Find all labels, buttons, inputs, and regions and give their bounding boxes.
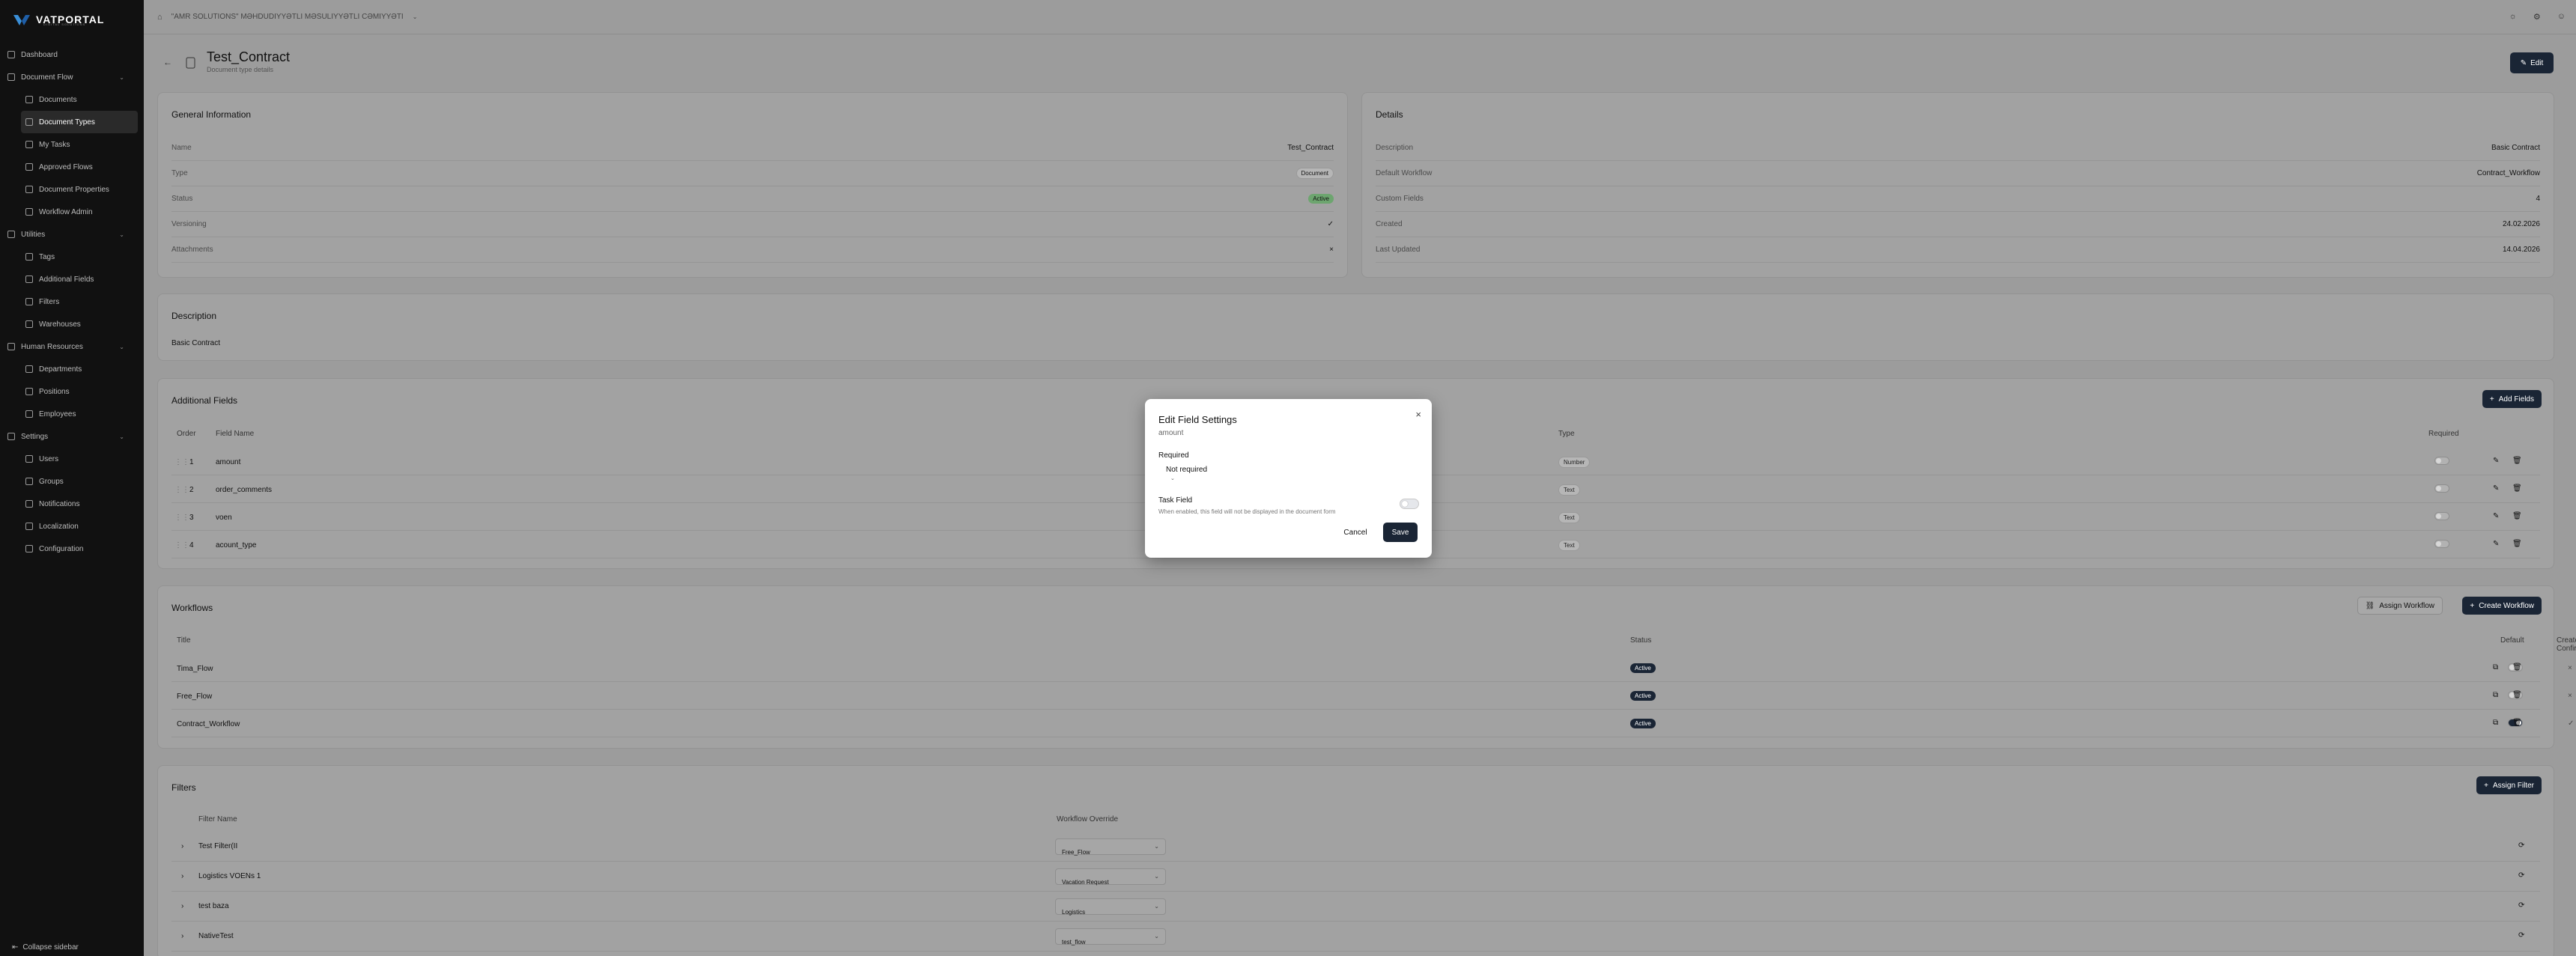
required-label: Required	[1158, 451, 1189, 460]
save-button[interactable]: Save	[1383, 523, 1418, 542]
chevron-down-icon: ⌄	[1170, 476, 1175, 481]
cancel-button[interactable]: Cancel	[1340, 523, 1371, 542]
dialog-subtitle: amount	[1158, 429, 1184, 437]
task-field-toggle[interactable]	[1400, 499, 1419, 509]
task-field-hint: When enabled, this field will not be dis…	[1158, 508, 1336, 515]
edit-field-settings-dialog: Edit Field Settings amount × Required No…	[1145, 399, 1432, 558]
close-icon[interactable]: ×	[1415, 409, 1421, 420]
required-select[interactable]: Not required ⌄	[1158, 463, 1223, 481]
dialog-title: Edit Field Settings	[1158, 414, 1237, 425]
task-field-label: Task Field	[1158, 496, 1193, 505]
required-select-value: Not required	[1166, 466, 1208, 474]
